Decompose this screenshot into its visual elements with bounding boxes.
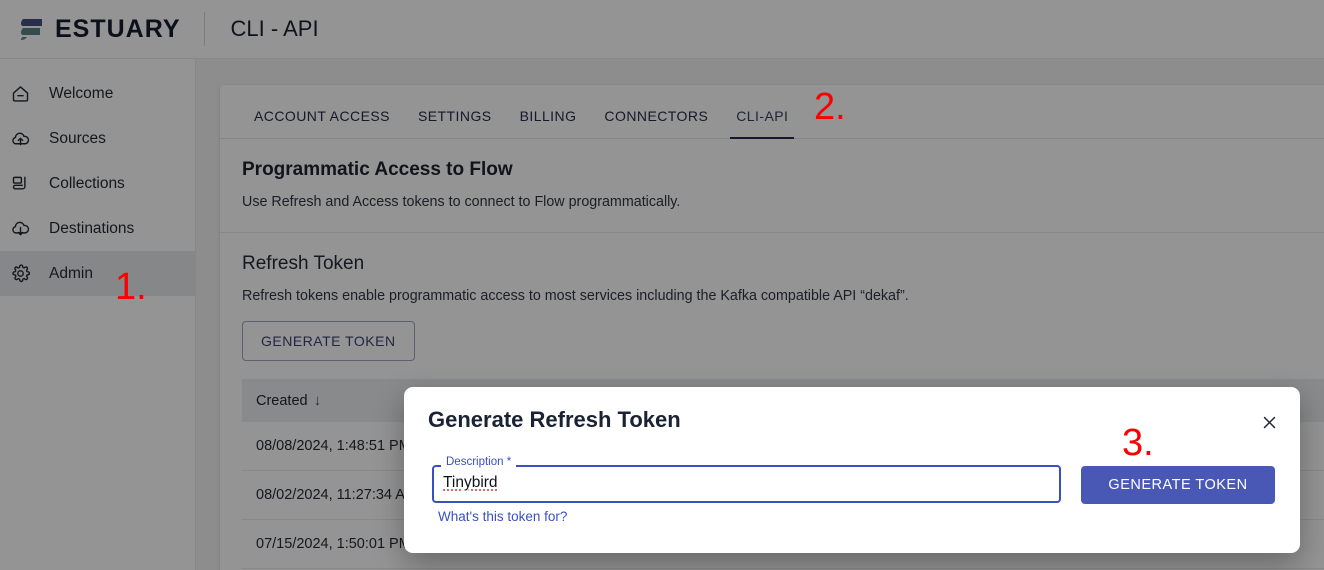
section-description: Refresh tokens enable programmatic acces… — [242, 288, 909, 304]
brand-name: ESTUARY — [55, 14, 181, 43]
sidebar-item-label: Admin — [49, 264, 93, 282]
collections-icon — [9, 173, 31, 195]
sidebar-item-label: Welcome — [49, 84, 114, 102]
sidebar-item-collections[interactable]: Collections — [0, 161, 195, 206]
sidebar: Welcome Sources Collections Destinations… — [0, 59, 196, 570]
column-header-created[interactable]: Created ↓ — [242, 379, 431, 422]
estuary-logo-icon — [21, 19, 42, 40]
home-icon — [9, 83, 31, 105]
sidebar-item-label: Sources — [49, 129, 106, 147]
description-field[interactable]: Description * Tinybird — [432, 456, 1061, 503]
column-header-label: Created — [256, 393, 308, 409]
annotation-step-1: 1. — [115, 266, 147, 308]
dialog-generate-token-button[interactable]: GENERATE TOKEN — [1081, 466, 1275, 504]
cell-created: 08/08/2024, 1:48:51 PM — [242, 422, 431, 471]
description-field-label: Description * — [441, 456, 517, 469]
sort-descending-icon: ↓ — [313, 392, 322, 409]
tab-settings[interactable]: SETTINGS — [404, 108, 506, 138]
generate-token-button[interactable]: GENERATE TOKEN — [242, 321, 415, 361]
sidebar-item-destinations[interactable]: Destinations — [0, 206, 195, 251]
section-title: Programmatic Access to Flow — [242, 159, 513, 180]
sidebar-item-label: Collections — [49, 174, 125, 192]
section-programmatic-access: Programmatic Access to Flow Use Refresh … — [220, 139, 1324, 233]
tab-billing[interactable]: BILLING — [506, 108, 591, 138]
gear-icon — [9, 263, 31, 285]
dialog-title: Generate Refresh Token — [428, 407, 681, 432]
annotation-step-3: 3. — [1122, 422, 1154, 464]
tab-bar: ACCOUNT ACCESS SETTINGS BILLING CONNECTO… — [220, 85, 1324, 139]
description-field-border — [432, 465, 1061, 503]
sidebar-item-label: Destinations — [49, 219, 135, 237]
section-title: Refresh Token — [242, 253, 365, 274]
page-title: CLI - API — [230, 16, 319, 41]
cell-created: 08/02/2024, 11:27:34 AM — [242, 470, 431, 520]
tab-account-access[interactable]: ACCOUNT ACCESS — [240, 108, 404, 138]
tab-connectors[interactable]: CONNECTORS — [590, 108, 722, 138]
cell-created: 07/15/2024, 1:50:01 PM — [242, 519, 431, 569]
brand-logo[interactable]: ESTUARY — [0, 15, 181, 44]
sidebar-item-welcome[interactable]: Welcome — [0, 71, 195, 116]
cloud-upload-icon — [9, 128, 31, 150]
sidebar-item-sources[interactable]: Sources — [0, 116, 195, 161]
generate-refresh-token-dialog: Generate Refresh Token Description * Tin… — [404, 387, 1300, 553]
cloud-download-icon — [9, 218, 31, 240]
app-root: ESTUARY CLI - API Welcome Sources Collec… — [0, 0, 1324, 570]
close-icon[interactable] — [1256, 409, 1282, 435]
tab-cli-api[interactable]: CLI-API — [722, 108, 802, 139]
top-bar: ESTUARY CLI - API — [0, 0, 1324, 59]
whats-this-token-for-link[interactable]: What's this token for? — [438, 509, 567, 524]
sidebar-item-admin[interactable]: Admin — [0, 251, 195, 296]
section-description: Use Refresh and Access tokens to connect… — [242, 194, 681, 210]
description-input[interactable]: Tinybird — [443, 474, 498, 492]
annotation-step-2: 2. — [814, 86, 846, 128]
topbar-divider — [203, 12, 205, 46]
